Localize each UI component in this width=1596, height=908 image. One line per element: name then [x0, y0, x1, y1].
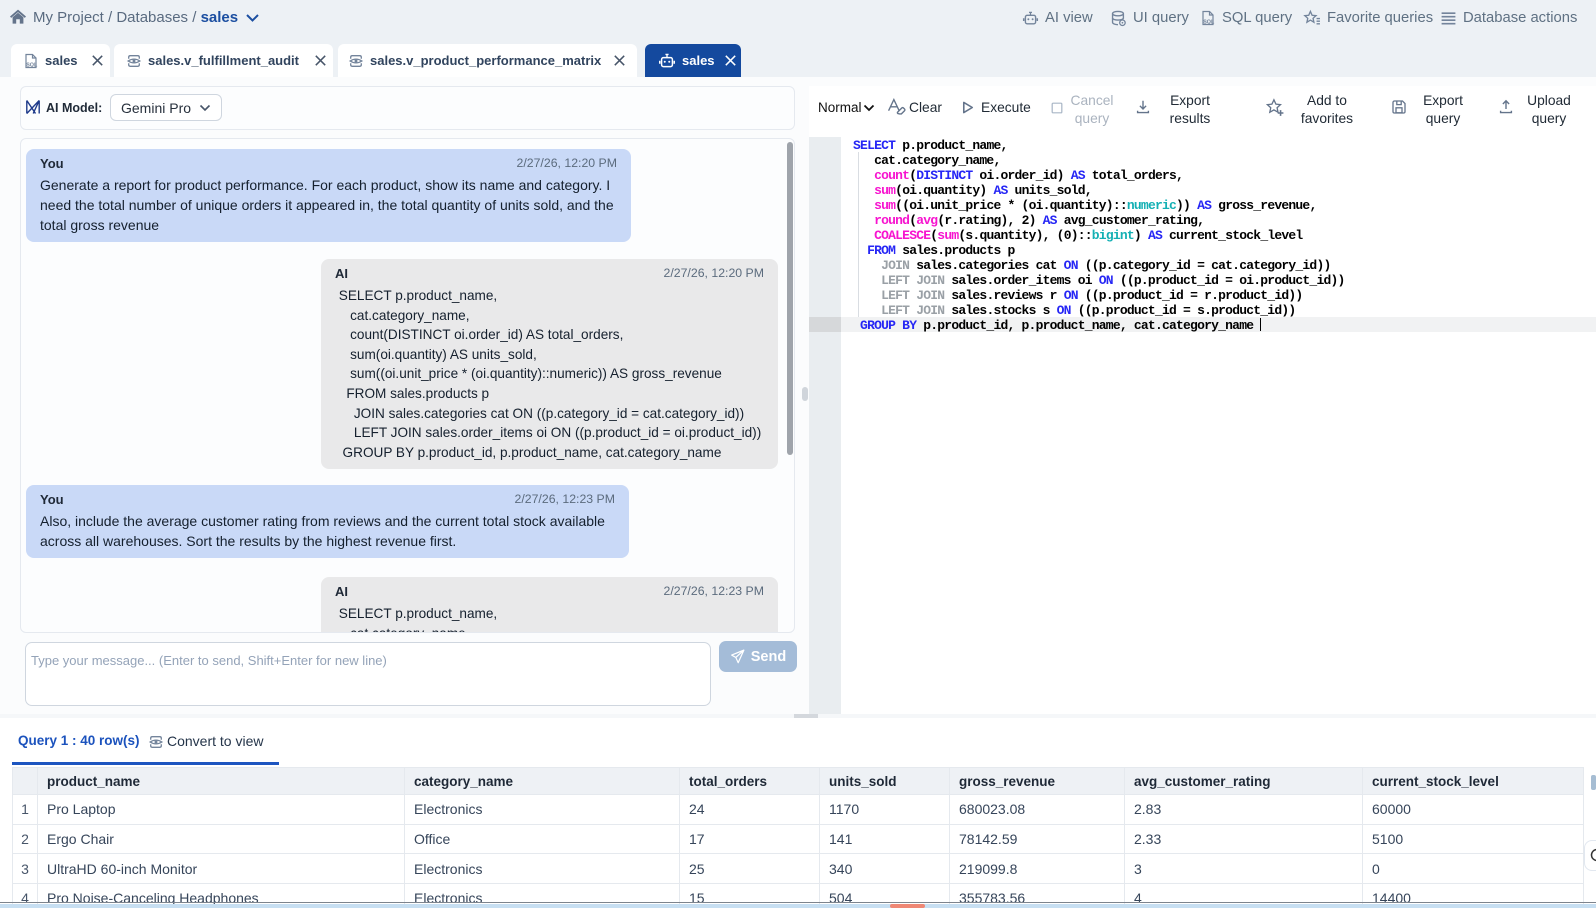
svg-text:SQL: SQL	[26, 62, 38, 68]
svg-text:SQL: SQL	[1203, 19, 1215, 25]
